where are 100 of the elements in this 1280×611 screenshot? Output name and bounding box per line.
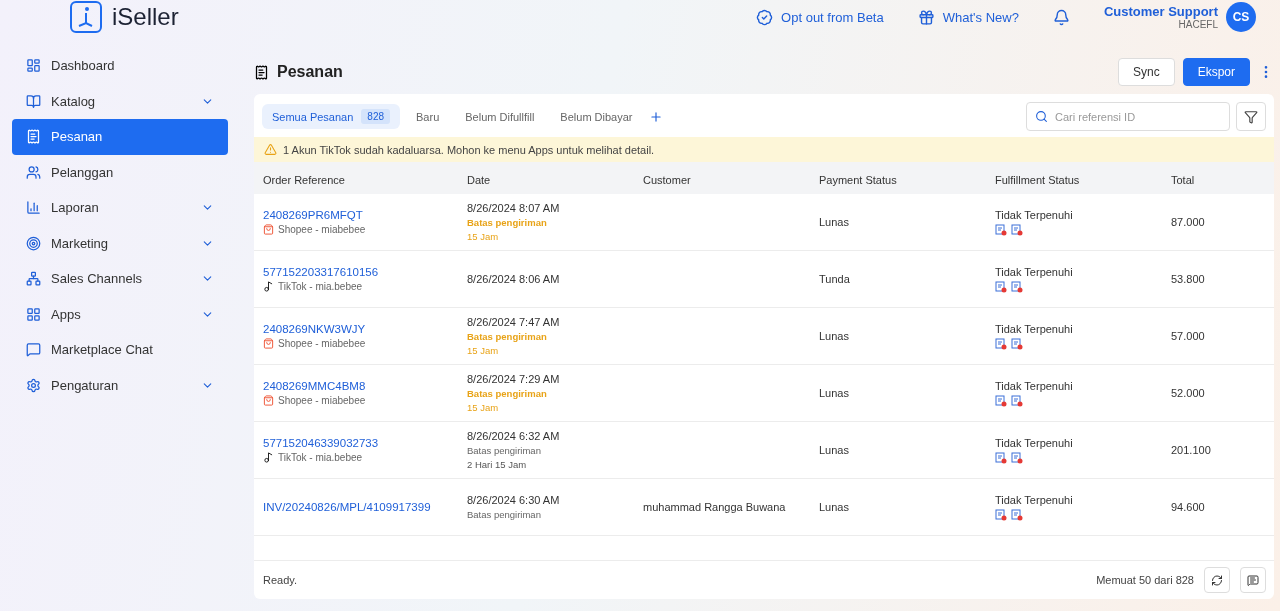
fulfillment-status: Tidak Terpenuhi (995, 436, 1074, 449)
warning-text: 1 Akun TikTok sudah kadaluarsa. Mohon ke menu Apps untuk melihat detail. (283, 143, 655, 156)
document-x-icon (1011, 508, 1023, 521)
order-link[interactable]: INV/20240826/MPL/4109917399 (263, 501, 458, 513)
payment-status: Lunas (819, 501, 850, 513)
fulfillment-status: Tidak Terpenuhi (995, 322, 1074, 335)
order-total: 87.000 (1171, 216, 1206, 228)
order-total: 57.000 (1171, 330, 1206, 342)
order-total: 53.800 (1171, 273, 1206, 285)
payment-status: Lunas (819, 387, 850, 399)
music-note-icon (263, 281, 274, 292)
sync-button[interactable]: Sync (1117, 58, 1175, 86)
sidebar-item[interactable]: Pelanggan (12, 154, 228, 190)
sidebar-item[interactable]: Dashboard (12, 48, 228, 84)
document-x-icon (995, 394, 1007, 407)
chat-icon (26, 342, 41, 358)
column-header: Customer (642, 174, 692, 186)
column-header: Order Reference (262, 174, 346, 186)
bell-icon[interactable] (1052, 8, 1070, 26)
chat-icon (1247, 573, 1259, 587)
warning-icon (264, 143, 277, 156)
brand-name: iSeller (112, 3, 179, 31)
payment-status: Tunda (819, 273, 851, 285)
filter-tab[interactable]: Baru (406, 105, 450, 128)
receipt-icon (254, 64, 269, 80)
shopping-bag-icon (263, 338, 274, 349)
fulfillment-status: Tidak Terpenuhi (995, 265, 1074, 278)
order-link[interactable]: 577152203317610156 (263, 266, 458, 278)
document-x-icon (1011, 337, 1023, 350)
logo-icon (70, 1, 102, 33)
order-link[interactable]: 2408269MMC4BM8 (263, 380, 458, 392)
export-button[interactable]: Ekspor (1182, 58, 1250, 86)
sidebar-item[interactable]: Marketing (12, 225, 228, 261)
refresh-icon (1211, 573, 1223, 587)
order-link[interactable]: 2408269NKW3WJY (263, 323, 458, 335)
column-header: Fulfillment Status (994, 174, 1081, 186)
deadline-label: Batas pengiriman (467, 388, 548, 399)
document-x-icon (1011, 223, 1023, 236)
filter-tab[interactable]: Belum Dibayar (550, 105, 643, 128)
document-x-icon (995, 451, 1007, 464)
order-total: 52.000 (1171, 387, 1206, 399)
filter-tab[interactable]: Belum Difullfill (455, 105, 545, 128)
refresh-button[interactable] (1204, 567, 1230, 593)
filter-icon (1244, 109, 1258, 124)
filter-tab[interactable]: Semua Pesanan 828 (262, 104, 401, 129)
document-x-icon (995, 280, 1007, 293)
order-link[interactable]: 577152046339032733 (263, 437, 458, 449)
order-date: 8/26/2024 6:30 AM (467, 494, 561, 506)
document-x-icon (1011, 280, 1023, 293)
fulfillment-status: Tidak Terpenuhi (995, 493, 1074, 506)
beta-link[interactable]: Opt out from Beta (756, 8, 884, 26)
user-avatar[interactable]: CS (1226, 2, 1256, 32)
gift-icon (917, 8, 935, 26)
store-name: HACEFL (1178, 19, 1218, 30)
order-link[interactable]: 2408269PR6MFQT (263, 209, 458, 221)
chat-button[interactable] (1240, 567, 1266, 593)
channel-label: Shopee - miabebee (278, 224, 366, 235)
order-date: 8/26/2024 7:29 AM (467, 373, 561, 385)
document-x-icon (995, 337, 1007, 350)
document-x-icon (995, 508, 1007, 521)
deadline-label: Batas pengiriman (467, 445, 542, 456)
plus-icon[interactable] (648, 109, 663, 124)
deadline-time: 15 Jam (467, 345, 500, 356)
sidebar-item[interactable]: Laporan (12, 190, 228, 226)
column-header: Total (1170, 174, 1196, 186)
sidebar-item[interactable]: Pengaturan (12, 367, 228, 403)
dashboard-icon (26, 58, 41, 74)
order-date: 8/26/2024 6:32 AM (467, 430, 561, 442)
loaded-count: Memuat 50 dari 828 (1096, 574, 1194, 586)
order-date: 8/26/2024 8:06 AM (467, 273, 561, 285)
channel-label: Shopee - miabebee (278, 338, 366, 349)
sidebar-item[interactable]: Katalog (12, 83, 228, 119)
search-field[interactable]: Cari referensi ID (1026, 102, 1230, 131)
channel-label: TikTok - mia.bebee (278, 281, 363, 292)
sidebar-item[interactable]: Marketplace Chat (12, 332, 228, 368)
user-name: Customer Support (1103, 4, 1218, 19)
sidebar-item[interactable]: Apps (12, 296, 228, 332)
users-icon (26, 164, 41, 180)
sidebar-item[interactable]: Pesanan (12, 119, 228, 155)
shopping-bag-icon (263, 395, 274, 406)
fulfillment-status: Tidak Terpenuhi (995, 379, 1074, 392)
order-date: 8/26/2024 7:47 AM (467, 316, 561, 328)
deadline-time: 15 Jam (467, 402, 500, 413)
document-x-icon (1011, 451, 1023, 464)
channel-label: TikTok - mia.bebee (278, 452, 363, 463)
whats-new-link[interactable]: What's New? (917, 8, 1019, 26)
order-date: 8/26/2024 8:07 AM (467, 202, 561, 214)
document-x-icon (1011, 394, 1023, 407)
order-total: 94.600 (1171, 501, 1206, 513)
network-icon (26, 271, 41, 287)
status-text: Ready. (263, 574, 298, 586)
target-icon (26, 235, 41, 251)
grid-icon (26, 306, 41, 322)
deadline-label: Batas pengiriman (467, 331, 548, 342)
channel-label: Shopee - miabebee (278, 395, 366, 406)
deadline-label: Batas pengiriman (467, 217, 548, 228)
music-note-icon (263, 452, 274, 463)
sidebar-item[interactable]: Sales Channels (12, 261, 228, 297)
page-title: Pesanan (277, 63, 343, 81)
filter-button[interactable] (1236, 102, 1266, 131)
